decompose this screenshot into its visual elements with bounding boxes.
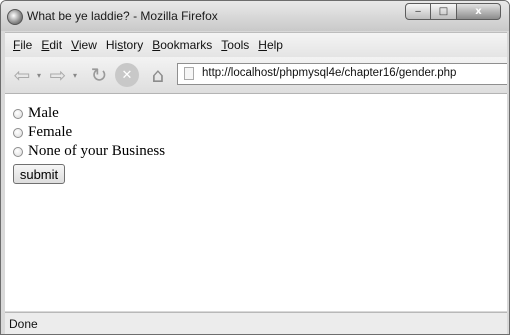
radio-button-male[interactable] (13, 108, 23, 119)
menu-file[interactable]: File (13, 38, 32, 52)
firefox-icon (7, 9, 23, 25)
menu-view[interactable]: View (71, 38, 97, 52)
window-controls: ‒ □ x (405, 3, 501, 20)
status-bar: Done (5, 312, 507, 334)
menu-bar: File Edit View History Bookmarks Tools H… (5, 32, 507, 58)
radio-button-female[interactable] (13, 127, 23, 138)
page-content: Male Female None of your Business submit (5, 94, 507, 311)
menu-edit[interactable]: Edit (41, 38, 62, 52)
page-icon (184, 67, 194, 80)
menu-bookmarks[interactable]: Bookmarks (152, 38, 212, 52)
menu-help[interactable]: Help (258, 38, 283, 52)
maximize-icon: □ (438, 6, 449, 17)
status-text: Done (9, 317, 38, 331)
browser-window: What be ye laddie? - Mozilla Firefox ‒ □… (0, 0, 510, 335)
back-history-dropdown-icon[interactable]: ▾ (34, 69, 44, 81)
stop-icon[interactable]: ✕ (115, 63, 139, 87)
submit-button[interactable]: submit (13, 164, 65, 184)
navigation-toolbar: ⇦ ▾ ⇨ ▾ ↻ ✕ ⌂ http://localhost/phpmysql4… (5, 57, 507, 94)
radio-label-none: None of your Business (28, 143, 166, 159)
radio-option-male[interactable]: Male (13, 105, 59, 122)
close-button[interactable]: x (457, 3, 501, 20)
back-arrow-icon[interactable]: ⇦ (11, 63, 33, 87)
title-bar: What be ye laddie? - Mozilla Firefox ‒ □… (1, 1, 509, 31)
home-icon[interactable]: ⌂ (145, 62, 171, 88)
radio-label-male: Male (28, 105, 59, 121)
radio-label-female: Female (28, 124, 73, 140)
menu-tools[interactable]: Tools (221, 38, 249, 52)
address-bar[interactable]: http://localhost/phpmysql4e/chapter16/ge… (177, 63, 507, 85)
menu-history[interactable]: History (106, 38, 143, 52)
forward-history-dropdown-icon[interactable]: ▾ (70, 69, 80, 81)
url-text[interactable]: http://localhost/phpmysql4e/chapter16/ge… (202, 67, 456, 79)
window-title: What be ye laddie? - Mozilla Firefox (27, 9, 218, 23)
minimize-button[interactable]: ‒ (405, 3, 431, 20)
minimize-icon: ‒ (414, 6, 422, 17)
radio-option-female[interactable]: Female (13, 124, 72, 141)
maximize-button[interactable]: □ (431, 3, 457, 20)
radio-button-none[interactable] (13, 146, 23, 157)
close-icon: x (475, 6, 482, 17)
forward-arrow-icon[interactable]: ⇨ (47, 63, 69, 87)
radio-option-none[interactable]: None of your Business (13, 143, 165, 160)
reload-icon[interactable]: ↻ (87, 63, 111, 87)
